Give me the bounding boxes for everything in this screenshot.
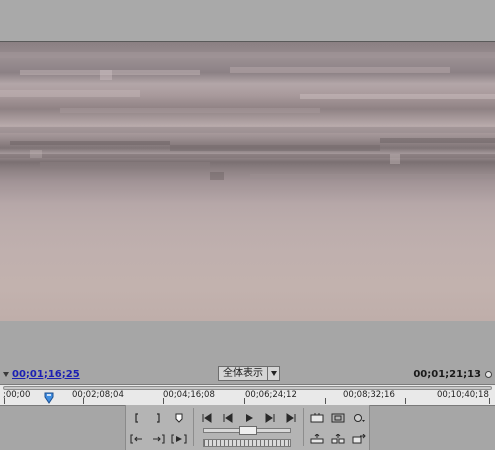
control-separator bbox=[303, 408, 304, 446]
extract-icon bbox=[331, 434, 345, 444]
set-in-point-button[interactable] bbox=[128, 411, 146, 425]
extract-button[interactable] bbox=[329, 432, 347, 446]
ruler-label: ;00;00 bbox=[3, 390, 31, 400]
lift-icon bbox=[310, 434, 324, 444]
timecode-menu-icon[interactable] bbox=[3, 371, 9, 377]
ruler-label: 00;08;32;16 bbox=[343, 390, 395, 400]
output-icon bbox=[354, 414, 365, 422]
next-marker-icon bbox=[153, 434, 165, 444]
play-icon bbox=[246, 414, 253, 422]
step-back-button[interactable] bbox=[219, 411, 237, 425]
previous-marker-icon bbox=[130, 434, 142, 444]
playhead-icon[interactable] bbox=[44, 392, 54, 404]
step-forward-button[interactable] bbox=[261, 411, 279, 425]
ruler-tick bbox=[325, 398, 326, 404]
ruler-tick bbox=[405, 398, 406, 404]
ruler-label: 00;02;08;04 bbox=[72, 390, 124, 400]
play-in-to-out-icon bbox=[171, 434, 187, 444]
lift-button[interactable] bbox=[308, 432, 326, 446]
go-to-in-icon bbox=[202, 413, 212, 423]
mark-out-icon bbox=[157, 413, 160, 423]
set-out-point-button[interactable] bbox=[149, 411, 167, 425]
shuttle-knob[interactable] bbox=[239, 426, 257, 435]
set-marker-button[interactable] bbox=[170, 411, 188, 425]
go-to-out-icon bbox=[286, 413, 296, 423]
ruler-label: 00;04;16;08 bbox=[163, 390, 215, 400]
go-to-previous-marker-button[interactable] bbox=[128, 432, 146, 446]
control-separator bbox=[193, 408, 194, 446]
duration-group: 00;01;21;13 bbox=[413, 368, 492, 380]
video-preview bbox=[0, 42, 495, 321]
zoom-level-value: 全体表示 bbox=[223, 368, 263, 379]
jog-wheel[interactable] bbox=[203, 439, 291, 447]
duration-timecode: 00;01;21;13 bbox=[413, 368, 481, 380]
export-frame-button[interactable] bbox=[350, 432, 368, 446]
ruler-tick bbox=[489, 398, 490, 404]
chevron-down-icon bbox=[270, 371, 277, 376]
safe-margins-icon bbox=[331, 413, 345, 423]
output-button[interactable] bbox=[350, 411, 368, 425]
mark-in-icon bbox=[135, 413, 138, 423]
ruler-label: 00;06;24;12 bbox=[245, 390, 297, 400]
current-timecode[interactable]: 00;01;16;25 bbox=[12, 369, 80, 380]
go-to-in-point-button[interactable] bbox=[198, 411, 216, 425]
go-to-next-marker-button[interactable] bbox=[149, 432, 167, 446]
step-forward-icon bbox=[265, 413, 275, 423]
safe-margins-button[interactable] bbox=[329, 411, 347, 425]
trim-monitor-button[interactable] bbox=[308, 411, 326, 425]
marker-icon bbox=[175, 413, 183, 423]
export-frame-icon bbox=[352, 434, 366, 444]
step-back-icon bbox=[223, 413, 233, 423]
play-button[interactable] bbox=[240, 411, 258, 425]
zoom-dropdown-button[interactable] bbox=[267, 367, 279, 380]
video-frame-image bbox=[0, 52, 495, 190]
trim-icon bbox=[310, 413, 324, 423]
current-time-group: 00;01;16;25 bbox=[3, 368, 80, 380]
monitor-top-strip bbox=[0, 0, 495, 42]
ruler-label: 00;10;40;18 bbox=[437, 390, 489, 400]
go-to-out-point-button[interactable] bbox=[282, 411, 300, 425]
play-in-to-out-button[interactable] bbox=[170, 432, 188, 446]
zoom-level-select[interactable]: 全体表示 bbox=[218, 366, 280, 381]
monitor-menu-icon[interactable] bbox=[485, 370, 492, 378]
